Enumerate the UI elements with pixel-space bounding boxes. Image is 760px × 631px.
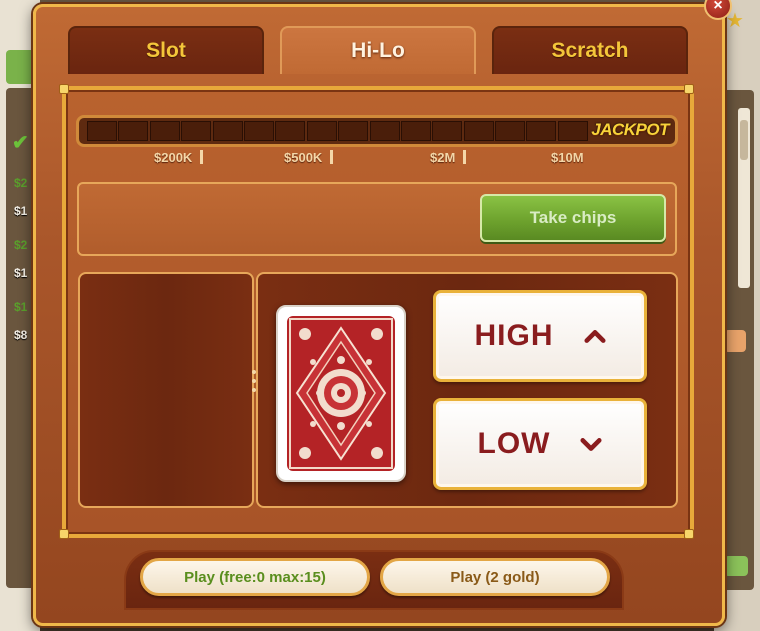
jackpot-segment <box>212 121 243 141</box>
low-button[interactable]: LOW <box>433 398 647 490</box>
tab-label: Scratch <box>551 39 629 62</box>
high-button[interactable]: HIGH <box>433 290 647 382</box>
panel-hinge <box>251 370 257 392</box>
high-label: HIGH <box>474 319 554 352</box>
jackpot-segment <box>87 121 117 141</box>
low-label: LOW <box>477 427 551 460</box>
frame-corner <box>684 84 694 94</box>
check-icon: ✔ <box>12 132 29 154</box>
card-pattern <box>287 316 395 471</box>
play-gold-label: Play (2 gold) <box>450 568 540 586</box>
jackpot-milestone: $10M <box>551 150 584 165</box>
jackpot-segment <box>275 121 306 141</box>
jackpot-segments <box>87 121 589 141</box>
card-back <box>276 305 406 482</box>
jackpot-segment <box>149 121 180 141</box>
jackpot-label: JACKPOT <box>591 120 669 139</box>
frame-corner <box>59 529 69 539</box>
jackpot-segment <box>181 121 212 141</box>
frame-corner <box>684 529 694 539</box>
play-free-label: Play (free:0 max:15) <box>184 568 326 586</box>
background-row-value: $1 <box>14 300 28 314</box>
jackpot-segment <box>463 121 494 141</box>
jackpot-progress-bar: JACKPOT <box>76 115 678 147</box>
jackpot-segment <box>526 121 557 141</box>
jackpot-milestone: $2M <box>430 150 467 165</box>
background-row-value: $2 <box>14 176 28 190</box>
take-chips-label: Take chips <box>529 208 617 227</box>
jackpot-segment <box>118 121 149 141</box>
jackpot-segment <box>306 121 337 141</box>
previous-card-slot <box>78 272 254 508</box>
scrollbar-thumb[interactable] <box>740 120 748 160</box>
tab-label: Hi-Lo <box>351 39 405 62</box>
chat-icon[interactable] <box>724 556 748 576</box>
background-bottom-label: Top <box>10 596 31 611</box>
jackpot-milestone: $500K <box>284 150 334 165</box>
tab-hi-lo[interactable]: Hi-Lo <box>280 26 476 74</box>
emoji-icon[interactable] <box>724 330 746 352</box>
background-row-value: $1 <box>14 266 28 280</box>
close-icon: × <box>713 0 723 14</box>
chevron-up-icon <box>583 330 606 343</box>
jackpot-segment <box>338 121 369 141</box>
frame-corner <box>59 84 69 94</box>
tab-scratch[interactable]: Scratch <box>492 26 688 74</box>
play-free-button[interactable]: Play (free:0 max:15) <box>140 558 370 596</box>
tab-slot[interactable]: Slot <box>68 26 264 74</box>
background-row-value: $1 <box>14 204 28 218</box>
chevron-down-icon <box>580 438 603 451</box>
jackpot-segment <box>369 121 400 141</box>
play-gold-button[interactable]: Play (2 gold) <box>380 558 610 596</box>
jackpot-milestone: $200K <box>154 150 204 165</box>
jackpot-segment <box>400 121 431 141</box>
jackpot-segment <box>432 121 463 141</box>
jackpot-segment <box>557 121 588 141</box>
take-chips-button[interactable]: Take chips <box>480 194 666 242</box>
background-row-value: $8 <box>14 328 28 342</box>
background-row-value: $2 <box>14 238 28 252</box>
jackpot-segment <box>495 121 526 141</box>
tab-label: Slot <box>146 39 186 62</box>
jackpot-segment <box>243 121 274 141</box>
